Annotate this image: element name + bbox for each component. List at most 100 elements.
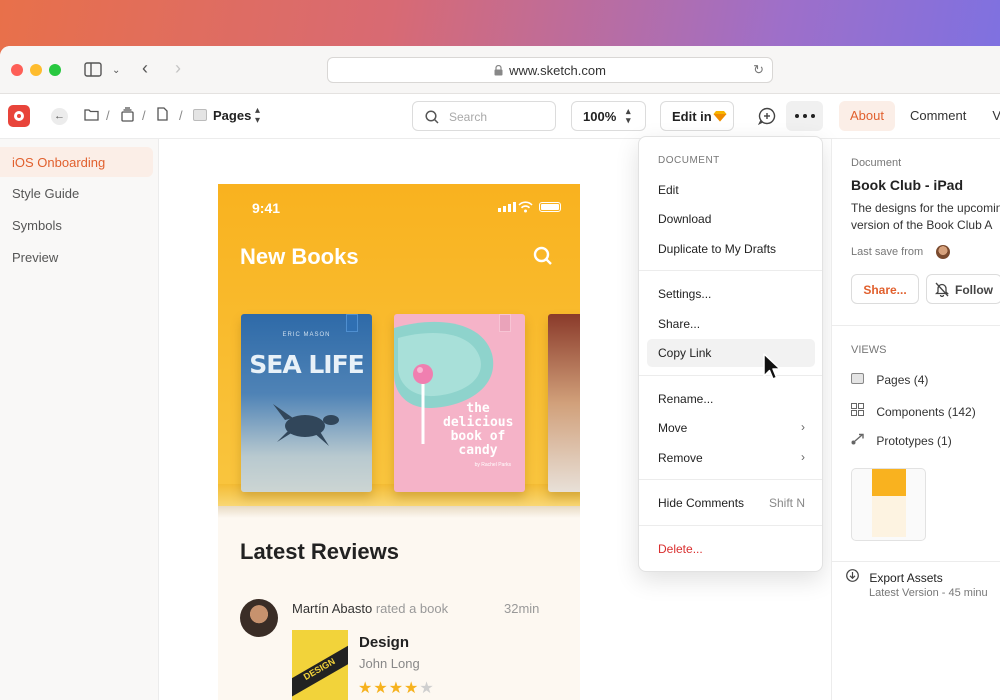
chevron-updown-icon: ▴ ▾ [626,106,631,125]
thumbnail-preview [872,469,906,537]
sidebar-toggle-icon[interactable] [84,62,102,79]
review-book-author: John Long [359,656,420,671]
signal-icon [498,202,516,212]
artboard-title: New Books [240,244,359,269]
menu-divider [639,270,822,271]
minimize-window-button[interactable] [30,64,42,76]
last-save-label: Last save from [851,246,924,258]
sidebar-item-ios-onboarding[interactable]: iOS Onboarding [0,147,153,177]
chevron-right-icon: › [801,450,805,464]
sidebar-item-symbols[interactable]: Symbols [0,210,153,240]
menu-item-duplicate[interactable]: Duplicate to My Drafts [647,235,815,263]
star-icon: ★ [388,680,404,697]
menu-divider [639,479,822,480]
pages-icon [851,373,873,387]
add-comment-icon[interactable] [757,107,776,130]
latest-reviews-heading: Latest Reviews [240,539,399,564]
review-author-line: Martín Abasto rated a book [292,601,448,616]
address-bar[interactable]: www.sketch.com ↻ [327,57,773,83]
book-cover-candy: the delicious book of candy by Rachel Pa… [394,314,525,492]
close-window-button[interactable] [11,64,23,76]
star-icon: ★ [419,680,434,697]
menu-divider [639,375,822,376]
back-circle-icon[interactable]: ← [51,108,68,125]
reload-icon[interactable]: ↻ [753,62,764,78]
artboard-thumbnail[interactable] [851,468,926,541]
document-menu: DOCUMENT Edit Download Duplicate to My D… [638,136,823,572]
book-cover-sea-life: ERIC MASON SEA LIFE [241,314,372,492]
menu-item-edit[interactable]: Edit [647,176,815,204]
document-description: The designs for the upcoming version of … [851,201,1000,232]
wifi-icon [518,200,533,218]
menu-item-settings[interactable]: Settings... [647,280,815,308]
view-pages[interactable]: Pages (4) [851,373,928,387]
edit-in-label: Edit in [672,109,712,124]
menu-item-share[interactable]: Share... [647,310,815,338]
panel-divider [832,561,1000,562]
edit-in-button[interactable]: Edit in [660,101,734,131]
components-grid-icon [851,403,873,419]
menu-item-hide-comments[interactable]: Hide Comments Shift N [647,489,815,517]
share-button[interactable]: Share... [851,274,919,304]
folder-icon[interactable] [84,108,99,126]
sidebar-item-style-guide[interactable]: Style Guide [0,178,153,208]
stack-icon[interactable] [121,107,134,127]
review-action: rated a book [375,601,449,616]
document-icon[interactable] [157,107,168,126]
view-prototypes[interactable]: Prototypes (1) [851,433,952,448]
more-options-button[interactable] [786,101,823,131]
back-icon[interactable]: ‹ [142,59,148,77]
export-assets-button[interactable]: Export Assets [846,569,943,585]
view-components[interactable]: Components (142) [851,403,976,419]
menu-item-download[interactable]: Download [647,205,815,233]
view-prototypes-label: Prototypes (1) [876,434,952,448]
follow-label: Follow [955,283,993,297]
review-book-title: Design [359,634,410,651]
breadcrumb-separator: / [106,108,110,123]
review-time: 32min [504,601,540,616]
sketch-logo[interactable] [8,105,30,127]
shelf-shadow [218,506,580,518]
browser-chrome: ⌄ ‹ › www.sketch.com ↻ [0,46,1000,94]
search-input[interactable]: Search [412,101,556,131]
document-section-label: Document [851,157,902,169]
menu-item-move[interactable]: Move › [647,414,815,442]
book2-author: by Rachel Parks [474,462,511,468]
zoom-select[interactable]: 100% ▴ ▾ [571,101,646,131]
rating-stars: ★ ★ ★ ★ ★ [358,678,434,698]
pages-breadcrumb[interactable]: Pages [213,108,251,123]
tab-comment[interactable]: Comment [899,101,977,131]
sidebar-item-preview[interactable]: Preview [0,242,153,272]
reviewer-name: Martín Abasto [292,601,373,616]
menu-item-delete[interactable]: Delete... [647,535,815,563]
view-pages-label: Pages (4) [876,373,929,387]
lock-icon [494,64,503,75]
star-icon: ★ [373,680,388,697]
menu-item-copy-link[interactable]: Copy Link [647,339,815,367]
tab-versions[interactable]: Ve [981,101,1000,131]
view-components-label: Components (142) [876,405,976,419]
review-book-cover: DESIGN [292,630,348,700]
ellipsis-icon [795,114,815,118]
document-title: Book Club - iPad [851,177,963,193]
tab-about[interactable]: About [839,101,895,131]
export-version-label: Latest Version - 45 minu [869,587,988,599]
follow-button[interactable]: Follow [926,274,1000,304]
reviewer-avatar [240,599,278,637]
artboard-ios-onboarding[interactable]: 9:41 New Books ERIC MASON SEA LIFE the d… [218,184,580,700]
zoom-window-button[interactable] [49,64,61,76]
menu-item-remove[interactable]: Remove › [647,444,815,472]
pages-sidebar: iOS Onboarding Style Guide Symbols Previ… [0,139,159,700]
book1-subtitle: ERIC MASON [282,332,331,338]
menu-item-hide-comments-label: Hide Comments [658,496,745,510]
export-assets-label: Export Assets [869,571,943,585]
breadcrumb-separator: / [142,108,146,123]
forward-icon[interactable]: › [175,59,181,77]
pages-icon [193,109,207,121]
sea-turtle-icon [273,404,339,446]
inspector-panel: Document Book Club - iPad The designs fo… [831,139,1000,700]
download-circle-icon [846,569,866,585]
chevron-updown-icon[interactable]: ▴ ▾ [255,106,260,126]
menu-item-rename[interactable]: Rename... [647,385,815,413]
chevron-down-icon[interactable]: ⌄ [112,64,120,78]
